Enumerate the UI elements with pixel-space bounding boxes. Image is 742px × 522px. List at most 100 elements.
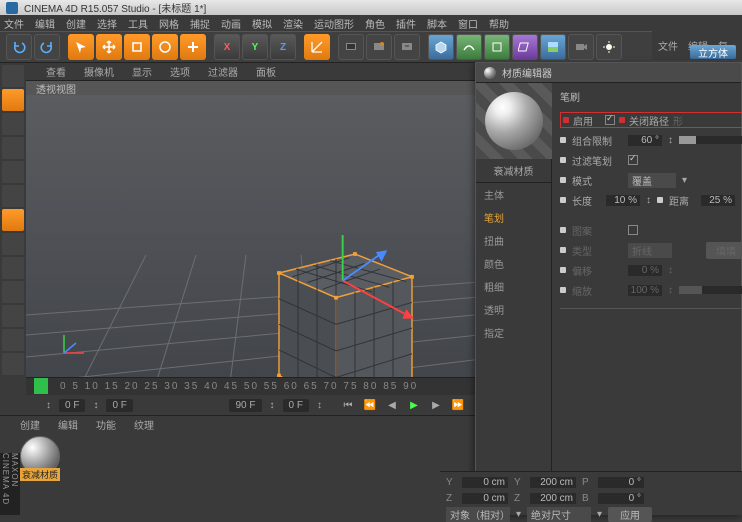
axis-mode-button[interactable] bbox=[2, 233, 24, 255]
menu-simulate[interactable]: 模拟 bbox=[252, 16, 272, 31]
workplane-button[interactable] bbox=[2, 305, 24, 327]
prev-key-button[interactable]: ⏪ bbox=[362, 398, 378, 412]
mat-function[interactable]: 功能 bbox=[96, 417, 116, 432]
channel-assign[interactable]: 指定 bbox=[476, 321, 551, 344]
axis-x-toggle[interactable]: X bbox=[214, 34, 240, 60]
next-key-button[interactable]: ⏩ bbox=[450, 398, 466, 412]
channel-body[interactable]: 主体 bbox=[476, 183, 551, 206]
snap-toggle-button[interactable] bbox=[2, 281, 24, 303]
model-mode-button[interactable] bbox=[2, 89, 24, 111]
material-preview-name[interactable]: 衰减材质 bbox=[476, 159, 551, 183]
distance-field[interactable]: 25 % bbox=[701, 195, 735, 206]
vp-view[interactable]: 查看 bbox=[46, 64, 66, 79]
axis-y-toggle[interactable]: Y bbox=[242, 34, 268, 60]
menu-mesh[interactable]: 网格 bbox=[159, 16, 179, 31]
menu-plugins[interactable]: 插件 bbox=[396, 16, 416, 31]
channel-stroke[interactable]: 笔划 bbox=[476, 206, 551, 229]
menu-character[interactable]: 角色 bbox=[365, 16, 385, 31]
step-frame-spinner-icon[interactable]: ↕ bbox=[317, 400, 322, 411]
make-editable-button[interactable] bbox=[2, 65, 24, 87]
mat-create[interactable]: 创建 bbox=[20, 417, 40, 432]
end-frame-field[interactable]: 90 F bbox=[229, 399, 261, 412]
merge-limit-field[interactable]: 60 ° bbox=[628, 135, 662, 146]
axis-z-toggle[interactable]: Z bbox=[270, 34, 296, 60]
point-mode-button[interactable] bbox=[2, 161, 24, 183]
coord-mode-select[interactable]: 对象（相对） bbox=[446, 507, 510, 522]
spline-button[interactable] bbox=[456, 34, 482, 60]
channel-thickness[interactable]: 粗细 bbox=[476, 275, 551, 298]
vp-camera[interactable]: 摄像机 bbox=[84, 64, 114, 79]
channel-transparency[interactable]: 透明 bbox=[476, 298, 551, 321]
scale-tool[interactable] bbox=[124, 34, 150, 60]
start-frame-field[interactable]: 0 F bbox=[106, 399, 132, 412]
move-tool[interactable] bbox=[96, 34, 122, 60]
material-editor-window[interactable]: 材质编辑器 衰减材质 主体 笔划 扭曲 颜色 粗细 透明 指定 笔刷 启用 关 bbox=[475, 62, 742, 515]
pos-z-field[interactable]: 0 cm bbox=[462, 493, 508, 504]
size-z-field[interactable]: 200 cm bbox=[530, 493, 576, 504]
polygon-mode-button[interactable] bbox=[2, 209, 24, 231]
menu-render[interactable]: 渲染 bbox=[283, 16, 303, 31]
render-view-button[interactable] bbox=[338, 34, 364, 60]
menu-edit[interactable]: 编辑 bbox=[35, 16, 55, 31]
primitive-cube-indicator[interactable]: 立方体 bbox=[690, 45, 736, 59]
menu-help[interactable]: 帮助 bbox=[489, 16, 509, 31]
tweak-mode-button[interactable] bbox=[2, 257, 24, 279]
vp-display[interactable]: 显示 bbox=[132, 64, 152, 79]
enable-checkbox[interactable] bbox=[605, 115, 615, 125]
menu-tools[interactable]: 工具 bbox=[128, 16, 148, 31]
play-button[interactable]: ▶ bbox=[406, 398, 422, 412]
channel-distort[interactable]: 扭曲 bbox=[476, 229, 551, 252]
light-button[interactable] bbox=[596, 34, 622, 60]
menu-script[interactable]: 脚本 bbox=[427, 16, 447, 31]
merge-limit-slider[interactable] bbox=[679, 136, 742, 144]
current-frame-field[interactable]: 0 F bbox=[59, 399, 85, 412]
size-y-field[interactable]: 200 cm bbox=[530, 477, 576, 488]
render-pv-button[interactable] bbox=[366, 34, 392, 60]
mat-texture[interactable]: 纹理 bbox=[134, 417, 154, 432]
vp-options[interactable]: 选项 bbox=[170, 64, 190, 79]
deformer-button[interactable] bbox=[512, 34, 538, 60]
om-file[interactable]: 文件 bbox=[658, 38, 678, 53]
menu-animation[interactable]: 动画 bbox=[221, 16, 241, 31]
camera-button[interactable] bbox=[568, 34, 594, 60]
step-frame-field[interactable]: 0 F bbox=[283, 399, 309, 412]
apply-button[interactable]: 应用 bbox=[608, 507, 652, 522]
locked-workplane-button[interactable] bbox=[2, 353, 24, 375]
rotate-tool[interactable] bbox=[152, 34, 178, 60]
prev-frame-button[interactable]: ◀ bbox=[384, 398, 400, 412]
pos-y-field[interactable]: 0 cm bbox=[462, 477, 508, 488]
menu-window[interactable]: 窗口 bbox=[458, 16, 478, 31]
select-tool[interactable] bbox=[68, 34, 94, 60]
primitive-button[interactable] bbox=[428, 34, 454, 60]
menu-mograph[interactable]: 运动图形 bbox=[314, 16, 354, 31]
vp-panel[interactable]: 面板 bbox=[256, 64, 276, 79]
pattern-checkbox[interactable] bbox=[628, 225, 638, 235]
menu-snap[interactable]: 捕捉 bbox=[190, 16, 210, 31]
coordinate-system-button[interactable] bbox=[304, 34, 330, 60]
merge-limit-spinner-icon[interactable]: ↕ bbox=[668, 135, 673, 146]
quantize-button[interactable] bbox=[2, 329, 24, 351]
redo-button[interactable] bbox=[34, 34, 60, 60]
next-frame-button[interactable]: ▶ bbox=[428, 398, 444, 412]
vp-filter[interactable]: 过滤器 bbox=[208, 64, 238, 79]
material-preview[interactable] bbox=[476, 83, 552, 159]
undo-button[interactable] bbox=[6, 34, 32, 60]
material-editor-titlebar[interactable]: 材质编辑器 bbox=[476, 63, 741, 83]
go-start-button[interactable]: ⏮ bbox=[340, 398, 356, 412]
length-spinner-icon[interactable]: ↕ bbox=[646, 195, 651, 206]
mode-select[interactable]: 覆盖 bbox=[628, 173, 676, 188]
cube-object[interactable] bbox=[246, 235, 426, 377]
texture-mode-button[interactable] bbox=[2, 113, 24, 135]
uv-mode-button[interactable] bbox=[2, 137, 24, 159]
size-mode-select[interactable]: 绝对尺寸 bbox=[527, 507, 591, 522]
dropdown-icon[interactable]: ▾ bbox=[516, 509, 521, 520]
environment-button[interactable] bbox=[540, 34, 566, 60]
dropdown-icon[interactable]: ▾ bbox=[682, 175, 687, 186]
last-tool[interactable] bbox=[180, 34, 206, 60]
menu-select[interactable]: 选择 bbox=[97, 16, 117, 31]
edge-mode-button[interactable] bbox=[2, 185, 24, 207]
material-name-label[interactable]: 衰减材质 bbox=[20, 468, 60, 481]
dropdown-icon[interactable]: ▾ bbox=[597, 509, 602, 520]
generator-button[interactable] bbox=[484, 34, 510, 60]
filter-stroke-checkbox[interactable] bbox=[628, 155, 638, 165]
